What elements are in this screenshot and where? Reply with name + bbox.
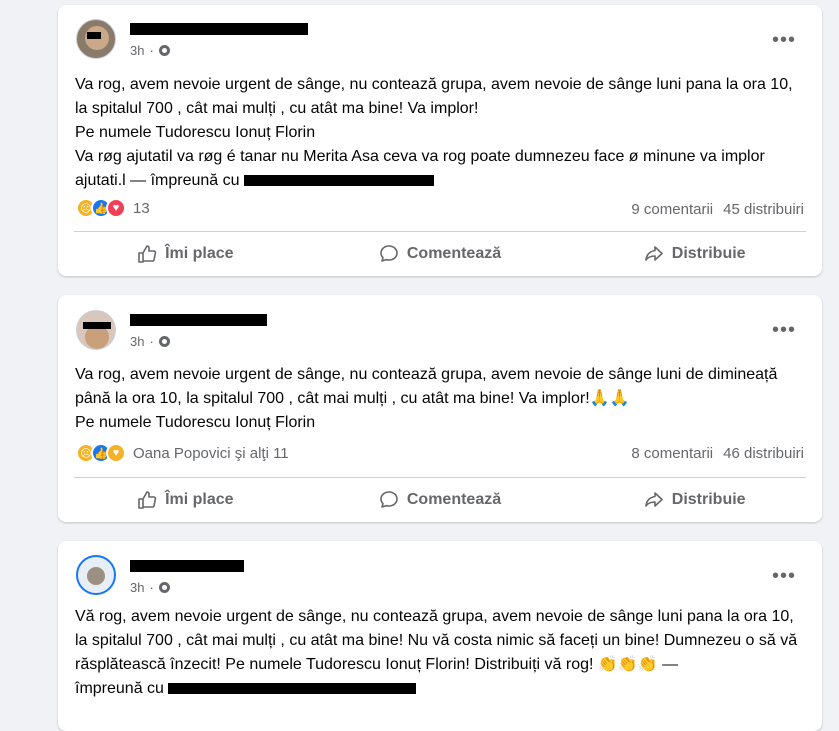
more-options-button[interactable]: ••• bbox=[772, 30, 796, 50]
share-label: Distribuie bbox=[671, 491, 746, 508]
reaction-count: 13 bbox=[133, 199, 150, 217]
like-label: Îmi place bbox=[165, 245, 234, 262]
share-icon bbox=[644, 246, 663, 261]
reaction-names: Oana Popovici şi alţi 11 bbox=[133, 444, 289, 462]
comment-icon bbox=[380, 245, 398, 262]
tagged-people-redacted[interactable] bbox=[168, 683, 417, 695]
post-line: Va røg ajutatil va røg é tanar nu Merita… bbox=[75, 148, 765, 165]
post-card: 3h · ••• Vă rog, avem nevoie urgent de sâ… bbox=[58, 541, 822, 731]
avatar[interactable] bbox=[76, 555, 116, 595]
author-name-redacted[interactable] bbox=[130, 23, 308, 35]
post-line: Vă rog, avem nevoie urgent de sânge, nu … bbox=[75, 608, 798, 673]
post-body: Va rog, avem nevoie urgent de sânge, nu … bbox=[75, 363, 805, 435]
comment-label: Comentează bbox=[406, 491, 502, 508]
thumbs-up-icon bbox=[138, 491, 157, 509]
reaction-summary[interactable]: ☹ 👍 ♥ Oana Popovici şi alţi 11 bbox=[76, 443, 289, 463]
action-bar: Îmi place Comentează Distribuie bbox=[58, 236, 822, 272]
reaction-summary[interactable]: ☹ 👍 ♥ 13 bbox=[76, 198, 150, 218]
post-timestamp[interactable]: 3h · bbox=[130, 334, 170, 349]
post-body: Va rog, avem nevoie urgent de sânge, nu … bbox=[75, 73, 805, 193]
comment-label: Comentează bbox=[406, 245, 502, 262]
post-line: Va rog, avem nevoie urgent de sânge, nu … bbox=[75, 366, 778, 407]
comment-icon bbox=[380, 491, 398, 508]
care-reaction-icon: ♥ bbox=[106, 443, 126, 463]
time-label: 3h bbox=[130, 334, 145, 349]
action-bar: Îmi place Comentează Distribuie bbox=[58, 482, 822, 518]
post-line: Va rog, avem nevoie urgent de sânge, nu … bbox=[75, 76, 793, 117]
comments-count[interactable]: 9 comentarii bbox=[631, 201, 713, 218]
share-button[interactable]: Distribuie bbox=[567, 236, 822, 272]
avatar[interactable] bbox=[76, 310, 116, 350]
post-stats: 9 comentarii 45 distribuiri bbox=[631, 201, 804, 218]
more-options-button[interactable]: ••• bbox=[772, 566, 796, 586]
avatar-face bbox=[87, 567, 105, 585]
shares-count[interactable]: 46 distribuiri bbox=[723, 445, 804, 462]
like-button[interactable]: Îmi place bbox=[58, 482, 313, 518]
more-options-button[interactable]: ••• bbox=[772, 320, 796, 340]
share-icon bbox=[644, 492, 663, 507]
tag-prefix: ajutati.l — împreună cu bbox=[75, 172, 240, 189]
time-label: 3h bbox=[130, 580, 145, 595]
time-label: 3h bbox=[130, 43, 145, 58]
post-timestamp[interactable]: 3h · bbox=[130, 580, 170, 595]
avatar-redaction bbox=[87, 32, 101, 39]
author-name-redacted[interactable] bbox=[130, 560, 244, 572]
post-tag-line: ajutati.l — împreună cu bbox=[75, 169, 805, 193]
comment-button[interactable]: Comentează bbox=[313, 236, 568, 272]
avatar-redaction bbox=[83, 322, 111, 329]
post-body: Vă rog, avem nevoie urgent de sânge, nu … bbox=[75, 605, 805, 701]
post-tag-line: împreună cu bbox=[75, 677, 805, 701]
tagged-people-redacted[interactable] bbox=[243, 175, 434, 187]
thumbs-up-icon bbox=[138, 245, 157, 263]
like-label: Îmi place bbox=[165, 491, 234, 508]
author-name-redacted[interactable] bbox=[130, 314, 267, 326]
globe-icon bbox=[158, 582, 170, 593]
post-card: 3h · ••• Va rog, avem nevoie urgent de sâ… bbox=[58, 295, 822, 522]
divider bbox=[74, 231, 806, 232]
love-reaction-icon: ♥ bbox=[106, 198, 126, 218]
post-card: 3h · ••• Va rog, avem nevoie urgent de sâ… bbox=[58, 5, 822, 276]
post-line: Pe numele Tudorescu Ionuț Florin bbox=[75, 124, 316, 141]
like-button[interactable]: Îmi place bbox=[58, 236, 313, 272]
shares-count[interactable]: 45 distribuiri bbox=[723, 201, 804, 218]
post-timestamp[interactable]: 3h · bbox=[130, 43, 170, 58]
post-stats: 8 comentarii 46 distribuiri bbox=[631, 445, 804, 462]
share-label: Distribuie bbox=[671, 245, 746, 262]
comment-button[interactable]: Comentează bbox=[313, 482, 568, 518]
avatar[interactable] bbox=[76, 19, 116, 59]
divider bbox=[74, 477, 806, 478]
share-button[interactable]: Distribuie bbox=[567, 482, 822, 518]
comments-count[interactable]: 8 comentarii bbox=[631, 445, 713, 462]
globe-icon bbox=[158, 336, 170, 347]
globe-icon bbox=[158, 45, 170, 56]
tag-prefix: împreună cu bbox=[75, 680, 164, 697]
post-line: Pe numele Tudorescu Ionuț Florin bbox=[75, 414, 316, 431]
